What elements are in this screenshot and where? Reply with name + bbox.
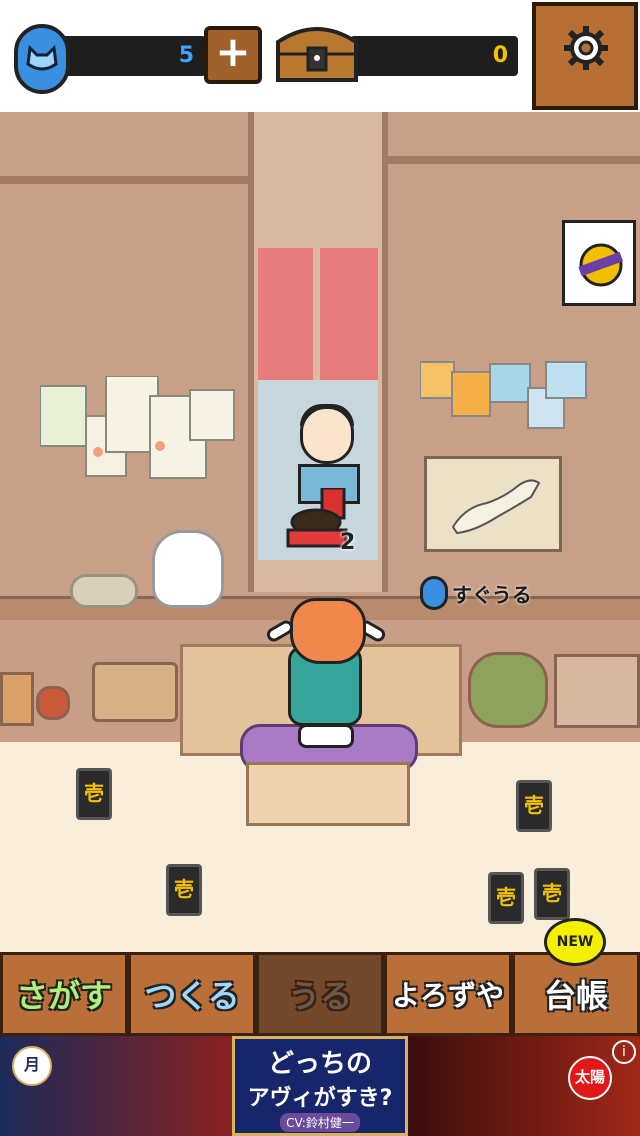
sun-badge: 太陽 <box>568 1056 612 1100</box>
cat-coin-icon <box>14 24 70 94</box>
wall-beam <box>388 156 640 164</box>
card-item[interactable]: 壱 <box>534 868 570 920</box>
top-bar: 5 + 0 <box>0 0 640 112</box>
bowl <box>36 686 70 720</box>
clerk-head <box>300 406 354 464</box>
ad-character-right: 太陽 <box>408 1036 640 1136</box>
tab-craft[interactable]: つくる <box>128 952 256 1036</box>
ad-cv: CV:鈴村健一 <box>280 1113 360 1132</box>
tab-sell[interactable]: うる <box>256 952 384 1036</box>
coin-counter: 5 <box>58 36 206 76</box>
drawer-cabinet <box>554 654 640 728</box>
info-icon[interactable]: i <box>612 1040 636 1064</box>
curtain-left <box>258 248 313 380</box>
cat-shopkeeper-head[interactable] <box>290 598 366 664</box>
treasure-value: 0 <box>492 43 508 68</box>
tub <box>92 662 178 722</box>
new-badge: NEW <box>544 918 606 966</box>
card-item[interactable]: 壱 <box>488 872 524 924</box>
sell-now-label: すぐうる <box>452 582 532 607</box>
bottom-tab-bar: さがす つくる うる よろずや 台帳 <box>0 952 640 1036</box>
ad-character-left: 月 <box>0 1036 232 1136</box>
jar <box>468 652 548 728</box>
gear-icon <box>564 26 608 70</box>
card-item[interactable]: 壱 <box>76 768 112 820</box>
treasure-chest-icon <box>272 20 362 90</box>
tray-count: 2 <box>340 530 356 555</box>
card-item[interactable]: 壱 <box>166 864 202 916</box>
shop-scene: 2 すぐうる 壱 壱 壱 壱 壱 <box>0 112 640 952</box>
map-poster <box>424 456 562 552</box>
barrel <box>0 672 34 726</box>
sell-now-button[interactable]: すぐうる <box>420 576 532 610</box>
wall-photos <box>419 358 588 432</box>
wall-papers <box>39 375 236 484</box>
settings-button[interactable] <box>532 2 638 110</box>
treasure-counter: 0 <box>350 36 518 76</box>
tab-search[interactable]: さがす <box>0 952 128 1036</box>
moon-badge: 月 <box>12 1046 52 1086</box>
curtain-right <box>320 248 378 380</box>
ad-banner[interactable]: 月 どっちの アヴィがすき? CV:鈴村健一 太陽 i <box>0 1036 640 1136</box>
yarn-poster <box>562 220 636 306</box>
ad-title-line1: どっちの <box>267 1049 372 1079</box>
ad-title-line2: アヴィがすき? <box>247 1086 393 1111</box>
ad-title-panel: どっちの アヴィがすき? CV:鈴村健一 <box>232 1036 408 1136</box>
wall-beam <box>0 176 248 184</box>
card-item[interactable]: 壱 <box>516 780 552 832</box>
teapot <box>70 574 138 608</box>
coin-value: 5 <box>178 43 194 68</box>
add-coins-button[interactable]: + <box>204 26 262 84</box>
wooden-box <box>246 762 410 826</box>
tab-general-store[interactable]: よろずや <box>384 952 512 1036</box>
cat-coin-icon <box>420 576 448 610</box>
lucky-cat <box>152 530 224 608</box>
cat-legs <box>298 724 354 748</box>
